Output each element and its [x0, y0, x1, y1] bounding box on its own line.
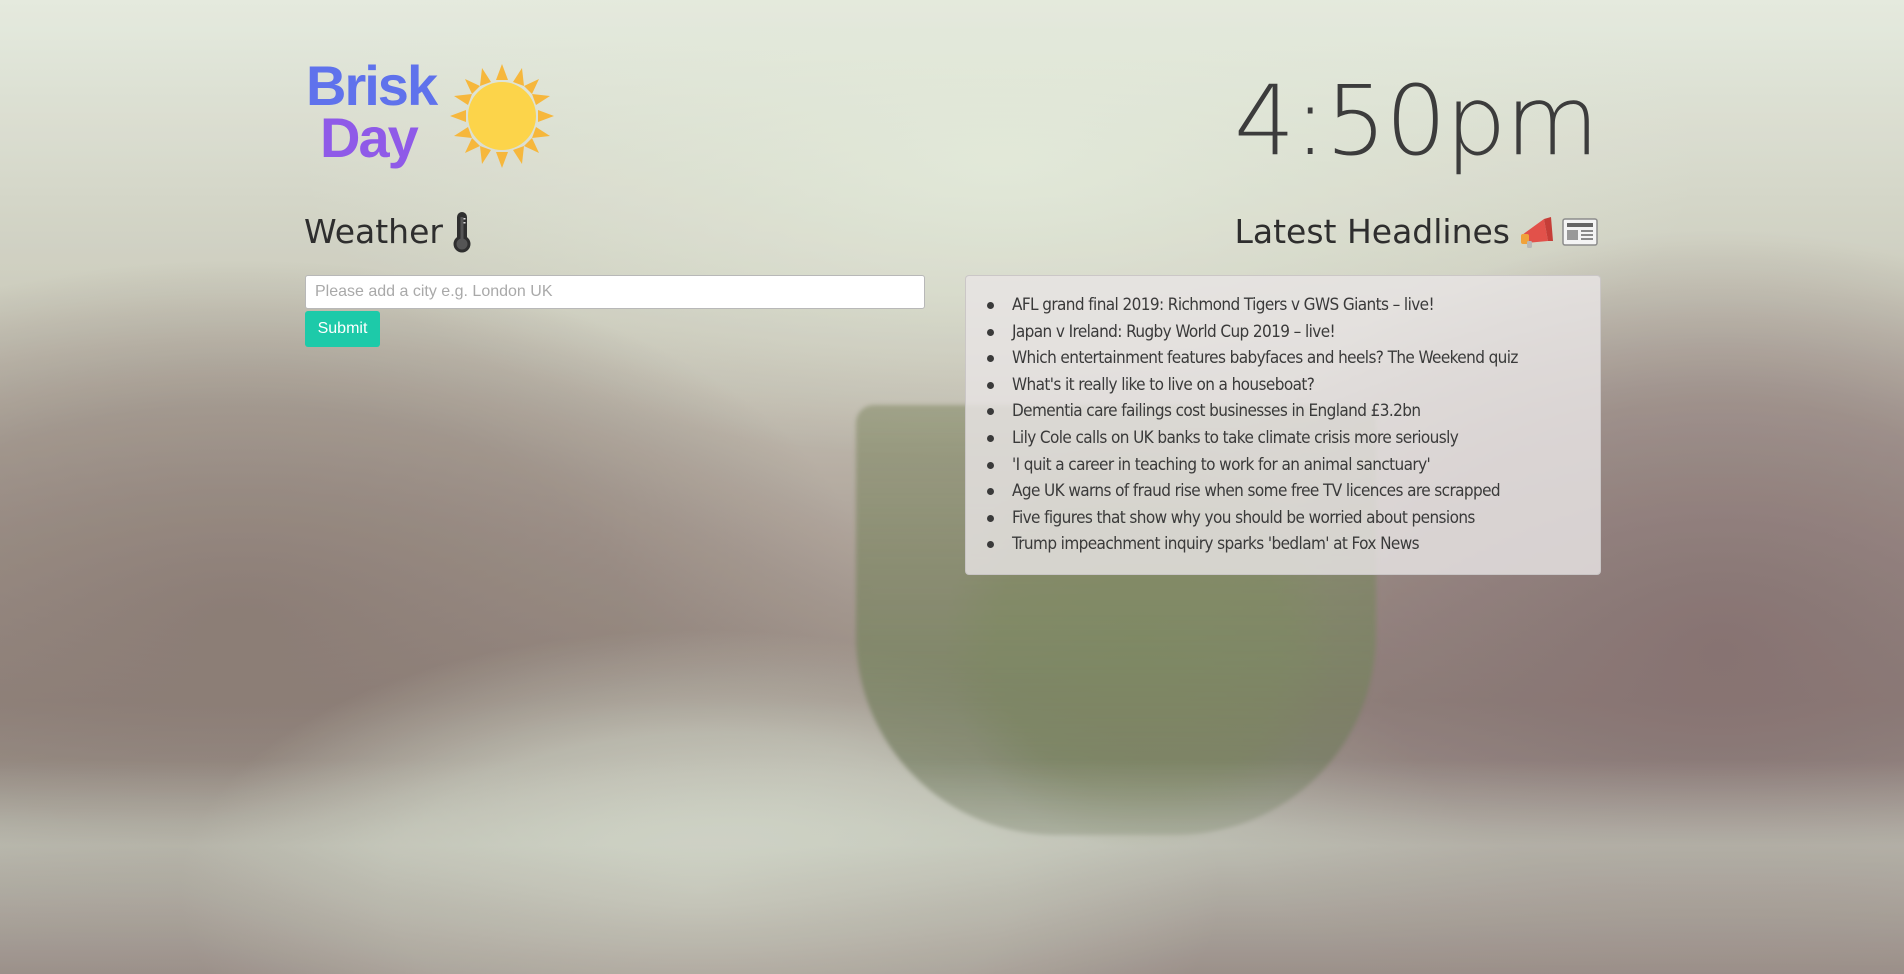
background-tint	[0, 0, 1904, 974]
headline-item[interactable]: 'I quit a career in teaching to work for…	[987, 452, 1580, 479]
megaphone-icon	[1521, 217, 1553, 248]
headline-item[interactable]: Dementia care failings cost businesses i…	[987, 398, 1580, 425]
headline-item[interactable]: Japan v Ireland: Rugby World Cup 2019 – …	[987, 319, 1580, 346]
headline-item[interactable]: Trump impeachment inquiry sparks 'bedlam…	[987, 531, 1580, 558]
weather-title: Weather	[304, 212, 443, 251]
sun-icon	[450, 64, 554, 168]
logo-day-text: Day	[320, 106, 419, 169]
headline-item[interactable]: Which entertainment features babyfaces a…	[987, 345, 1580, 372]
headlines-panel: AFL grand final 2019: Richmond Tigers v …	[965, 275, 1601, 575]
submit-button[interactable]: Submit	[305, 311, 380, 347]
thermometer-icon	[453, 212, 471, 253]
headline-item[interactable]: Age UK warns of fraud rise when some fre…	[987, 478, 1580, 505]
headline-item[interactable]: Five figures that show why you should be…	[987, 505, 1580, 532]
weather-heading: Weather	[304, 210, 473, 254]
city-search-input[interactable]	[305, 275, 925, 309]
brisk-day-logo: Brisk Day	[306, 54, 556, 180]
headlines-heading: Latest Headlines	[1234, 210, 1598, 254]
headline-item[interactable]: What's it really like to live on a house…	[987, 372, 1580, 399]
logo-brisk-text: Brisk	[306, 54, 438, 117]
logo-wordmark: Brisk Day	[306, 54, 438, 169]
headlines-list: AFL grand final 2019: Richmond Tigers v …	[987, 292, 1580, 558]
clock-time: 4:50pm	[1233, 65, 1599, 177]
headline-item[interactable]: Lily Cole calls on UK banks to take clim…	[987, 425, 1580, 452]
headline-item[interactable]: AFL grand final 2019: Richmond Tigers v …	[987, 292, 1580, 319]
newspaper-icon	[1562, 218, 1598, 246]
headlines-title: Latest Headlines	[1234, 212, 1510, 251]
